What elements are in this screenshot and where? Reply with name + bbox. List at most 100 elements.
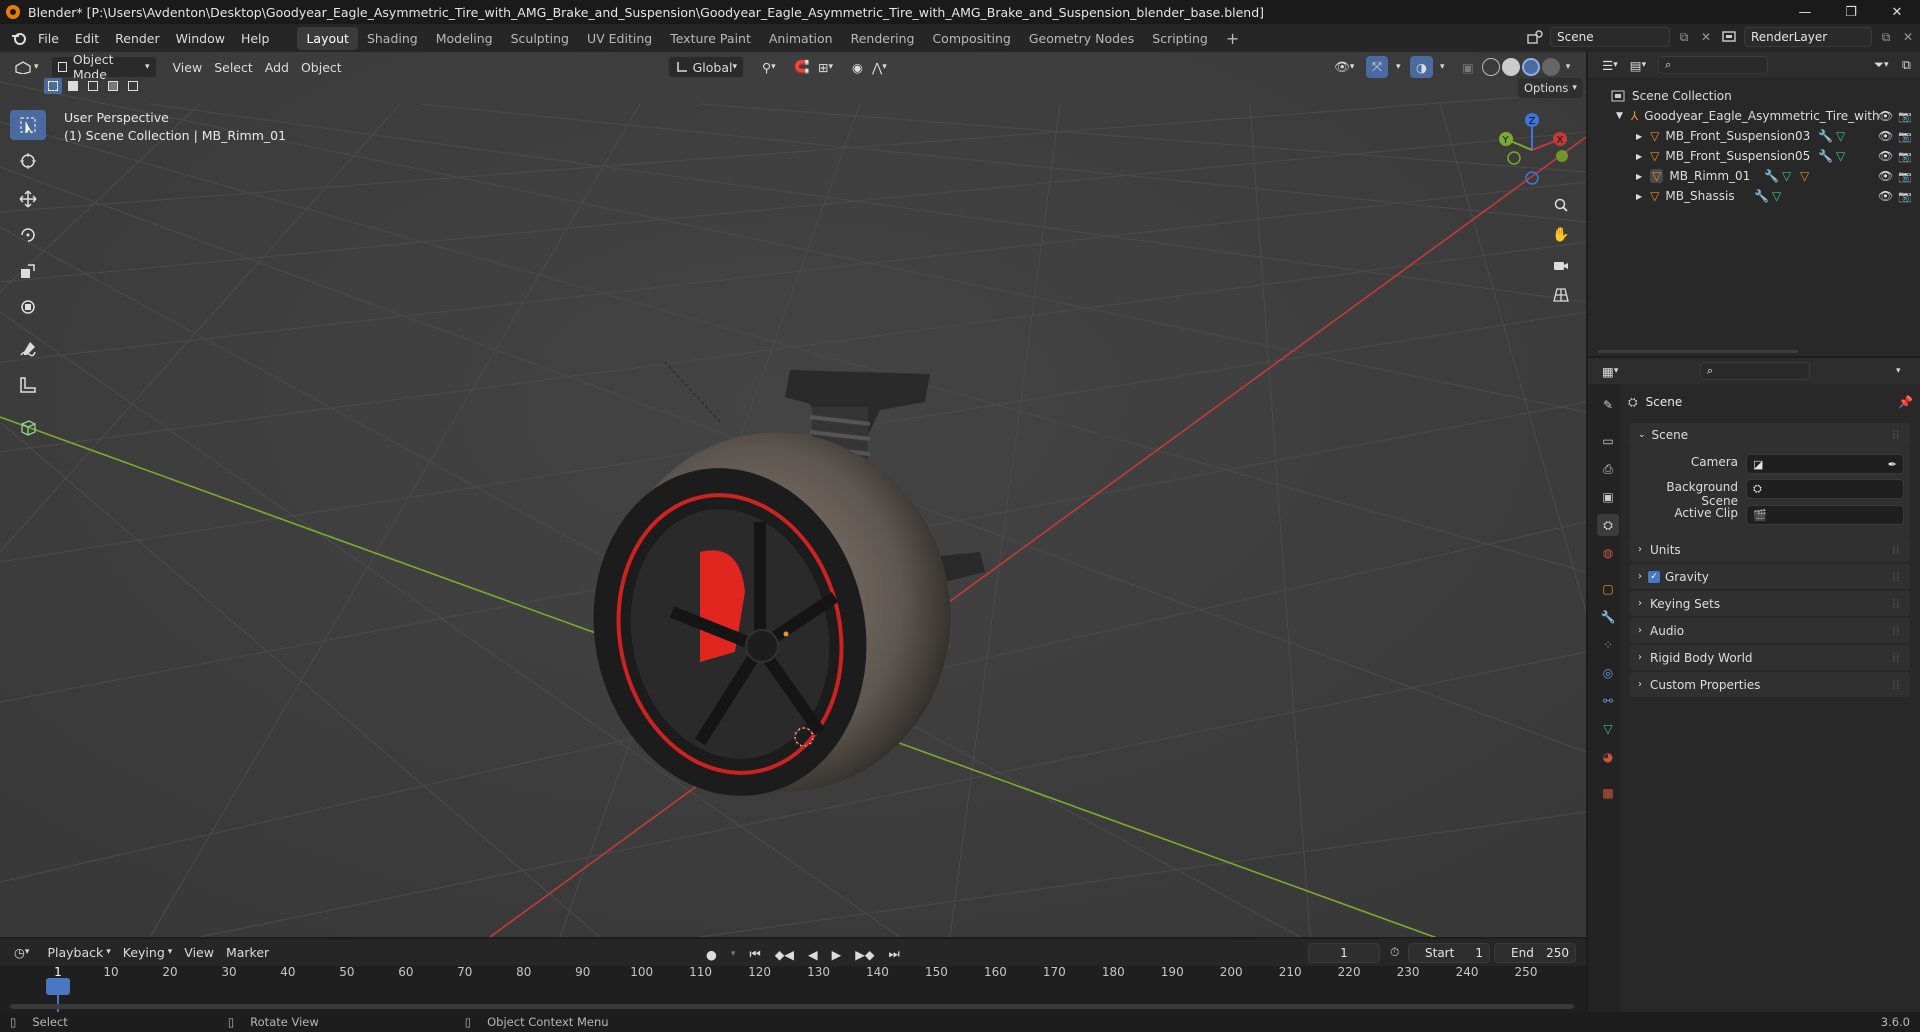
expand-arrow-icon[interactable]: ▼ [1616, 111, 1623, 121]
select-new-icon[interactable] [44, 78, 62, 94]
cursor-tool[interactable] [10, 146, 46, 176]
custom-properties-panel-header[interactable]: › Custom Properties ⁞⁞ [1630, 672, 1910, 697]
tab-rendering[interactable]: Rendering [842, 27, 924, 50]
drag-handle-icon[interactable]: ⁞⁞ [1892, 624, 1900, 638]
visibility-eye-icon[interactable]: 👁 [1878, 129, 1893, 143]
tab-compositing[interactable]: Compositing [923, 27, 1019, 50]
add-workspace-button[interactable]: + [1217, 25, 1248, 52]
render-camera-icon[interactable]: 📷 [1898, 130, 1912, 143]
wireframe-shading-icon[interactable] [1482, 58, 1500, 76]
annotate-tool[interactable] [10, 334, 46, 364]
outliner-row-scene-collection[interactable]: Scene Collection [1588, 86, 1920, 106]
collapse-arrow-icon[interactable]: ▶ [1636, 192, 1642, 201]
tab-shading[interactable]: Shading [358, 27, 427, 50]
outliner-row-object[interactable]: ▶ ▽ MB_Front_Suspension05 🔧 ▽ 👁 📷 [1588, 146, 1920, 166]
menu-view[interactable]: View [167, 56, 209, 78]
perspective-grid-icon[interactable] [1548, 282, 1574, 308]
transform-orientation-selector[interactable]: Global ▾ [668, 56, 744, 78]
jump-end-icon[interactable]: ⏭ [882, 943, 905, 965]
outliner-filter-icon[interactable]: ⏷ ▾ [1868, 54, 1895, 76]
delete-view-layer-icon[interactable]: ✕ [1900, 30, 1916, 44]
texture-tab-icon[interactable]: ▩ [1597, 782, 1619, 804]
outliner-editor-type-icon[interactable]: ☰ ▾ [1596, 54, 1624, 76]
prev-keyframe-icon[interactable]: ◆◀ [769, 943, 800, 965]
render-camera-icon[interactable]: 📷 [1898, 110, 1912, 123]
collapse-arrow-icon[interactable]: ▶ [1636, 152, 1642, 161]
background-scene-field[interactable]: ⛭ [1746, 479, 1904, 499]
visibility-eye-icon[interactable]: 👁 [1878, 189, 1893, 203]
overlays-toggle-icon[interactable]: ◑ [1410, 56, 1433, 78]
menu-render[interactable]: Render [107, 31, 168, 46]
blender-menu-icon[interactable] [8, 31, 30, 45]
select-extend-icon[interactable] [64, 78, 82, 94]
tab-layout[interactable]: Layout [297, 26, 358, 50]
visibility-filter-icon[interactable]: 👁 ▾ [1328, 56, 1360, 78]
start-frame-field[interactable]: Start 1 [1408, 943, 1490, 963]
menu-add[interactable]: Add [259, 56, 295, 78]
shading-dropdown-icon[interactable]: ▾ [1562, 58, 1574, 76]
mode-selector[interactable]: Object Mode ▾ [50, 52, 157, 82]
scene-tab-icon[interactable]: ⛭ [1597, 514, 1619, 536]
editor-type-icon[interactable]: ▾ [8, 56, 45, 78]
menu-help[interactable]: Help [233, 31, 278, 46]
record-icon[interactable]: ● [700, 943, 723, 965]
snap-target-icon[interactable]: ⊞ ▾ [812, 56, 839, 78]
outliner-search-input[interactable]: ⌕ [1658, 56, 1769, 74]
measure-tool[interactable] [10, 370, 46, 400]
scene-selector[interactable]: Scene [1550, 27, 1670, 47]
gravity-panel-header[interactable]: › ✓ Gravity ⁞⁞ [1630, 564, 1910, 589]
camera-field[interactable]: ◪ ✒ [1746, 454, 1904, 474]
visibility-eye-icon[interactable]: 👁 [1878, 149, 1893, 163]
render-camera-icon[interactable]: 📷 [1898, 190, 1912, 203]
outliner-scrollbar[interactable] [1598, 350, 1798, 353]
close-button[interactable]: ✕ [1874, 0, 1920, 24]
options-button[interactable]: Options ▾ [1518, 78, 1583, 98]
audio-panel-header[interactable]: › Audio ⁞⁞ [1630, 618, 1910, 643]
menu-marker[interactable]: Marker [220, 941, 275, 963]
view-layer-selector[interactable]: RenderLayer [1744, 27, 1872, 47]
properties-editor-type-icon[interactable]: ▦ ▾ [1596, 360, 1624, 382]
view-layer-icon[interactable] [1718, 30, 1740, 44]
render-camera-icon[interactable]: 📷 [1898, 150, 1912, 163]
visibility-eye-icon[interactable]: 👁 [1878, 109, 1893, 123]
menu-playback[interactable]: Playback ▾ [41, 941, 116, 963]
play-icon[interactable]: ▶ [826, 943, 848, 965]
add-cube-tool[interactable] [10, 412, 46, 442]
minimize-button[interactable]: — [1782, 0, 1828, 24]
menu-edit[interactable]: Edit [67, 31, 107, 46]
new-scene-icon[interactable]: ⧉ [1674, 30, 1694, 45]
outliner-row-object[interactable]: ▶ ▽ MB_Front_Suspension03 🔧 ▽ 👁 📷 [1588, 126, 1920, 146]
drag-handle-icon[interactable]: ⁞⁞ [1892, 651, 1900, 665]
keying-sets-panel-header[interactable]: › Keying Sets ⁞⁞ [1630, 591, 1910, 616]
pivot-point-icon[interactable]: ⚲ ▾ [756, 56, 782, 78]
scale-tool[interactable] [10, 256, 46, 286]
scene-panel-header[interactable]: ⌄ Scene ⁞⁞ [1630, 423, 1910, 447]
maximize-button[interactable]: ❐ [1828, 0, 1874, 24]
menu-window[interactable]: Window [168, 31, 233, 46]
stopwatch-icon[interactable]: ⏱ [1390, 945, 1399, 960]
end-frame-field[interactable]: End 250 [1494, 943, 1576, 963]
menu-keying[interactable]: Keying ▾ [117, 941, 179, 963]
properties-options-icon[interactable]: ▾ [1896, 366, 1901, 376]
modifiers-tab-icon[interactable]: 🔧 [1597, 606, 1619, 628]
drag-handle-icon[interactable]: ⁞⁞ [1892, 597, 1900, 611]
active-clip-field[interactable]: 🎬 [1746, 505, 1904, 525]
gizmo-dropdown-icon[interactable]: ▾ [1390, 56, 1407, 78]
menu-object[interactable]: Object [295, 56, 348, 78]
drag-handle-icon[interactable]: ⁞⁞ [1892, 428, 1900, 442]
rendered-shading-icon[interactable] [1542, 58, 1560, 76]
xray-toggle-icon[interactable]: ▣ [1456, 56, 1480, 78]
tool-tab-icon[interactable]: ✎ [1597, 394, 1619, 416]
move-tool[interactable] [10, 184, 46, 214]
overlays-dropdown-icon[interactable]: ▾ [1434, 56, 1451, 78]
menu-select[interactable]: Select [208, 56, 259, 78]
gravity-checkbox[interactable]: ✓ [1648, 570, 1660, 583]
play-reverse-icon[interactable]: ◀ [802, 943, 824, 965]
timeline-scrollbar[interactable] [10, 1004, 1574, 1009]
select-invert-icon[interactable] [104, 78, 122, 94]
zoom-icon[interactable] [1548, 192, 1574, 218]
material-preview-shading-icon[interactable] [1522, 58, 1540, 76]
new-view-layer-icon[interactable]: ⧉ [1876, 30, 1896, 45]
pin-icon[interactable]: 📌 [1898, 395, 1913, 409]
menu-timeline-view[interactable]: View [178, 941, 220, 963]
